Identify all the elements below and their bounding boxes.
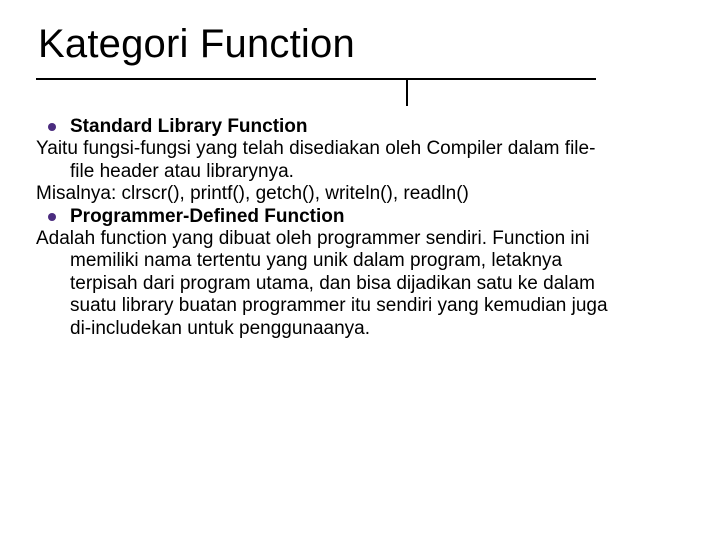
body-text: terpisah dari program utama, dan bisa di… [36,273,684,295]
bullet-label: Programmer-Defined Function [70,206,344,228]
body-text: Misalnya: clrscr(), printf(), getch(), w… [36,183,684,205]
body-text: suatu library buatan programmer itu send… [36,295,684,317]
bullet-icon [48,123,56,131]
body-text: Yaitu fungsi-fungsi yang telah disediaka… [36,138,684,160]
bullet-item-programmer-defined: Programmer-Defined Function [36,206,684,228]
body-text: file header atau librarynya. [36,161,684,183]
slide: Kategori Function Standard Library Funct… [0,0,720,540]
bullet-icon [48,213,56,221]
bullet-label: Standard Library Function [70,116,308,138]
title-vertical-tick [406,78,408,106]
body-text: Adalah function yang dibuat oleh program… [36,228,684,250]
slide-body: Standard Library Function Yaitu fungsi-f… [36,116,684,340]
bullet-item-standard-library: Standard Library Function [36,116,684,138]
title-underline [36,78,596,80]
slide-title: Kategori Function [38,22,355,67]
body-text: di-includekan untuk penggunaanya. [36,318,684,340]
body-text: memiliki nama tertentu yang unik dalam p… [36,250,684,272]
